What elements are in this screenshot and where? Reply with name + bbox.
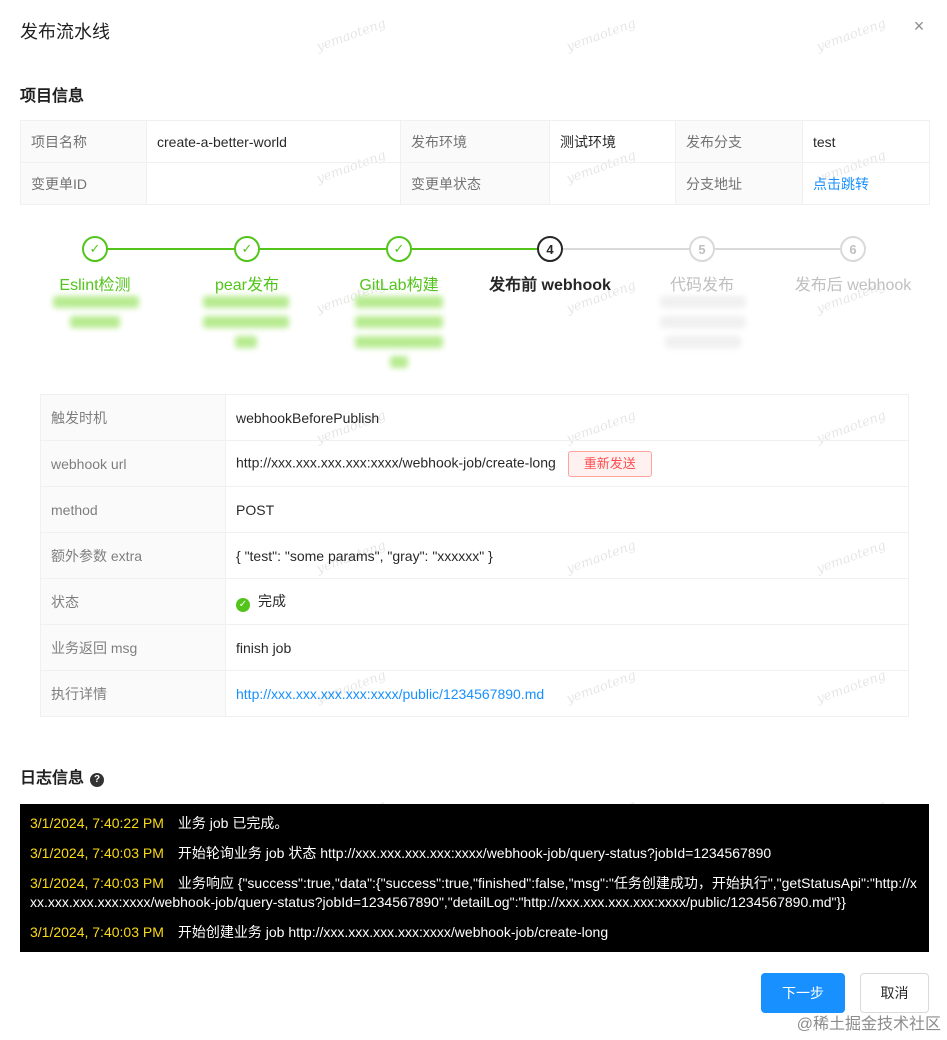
log-time: 3/1/2024, 7:40:03 PM	[30, 875, 164, 891]
step-description-blurred	[660, 296, 746, 308]
exec-detail-label: 执行详情	[40, 670, 226, 717]
step-label-pre-webhook[interactable]: 发布前 webhook	[489, 271, 611, 295]
step-label-pear[interactable]: pear发布	[215, 271, 279, 295]
step-description-blurred	[235, 336, 257, 348]
trigger-timing-value: webhookBeforePublish	[225, 394, 909, 441]
status-label: 状态	[40, 578, 226, 625]
step-description-blurred	[355, 296, 443, 308]
change-status-value	[549, 162, 676, 205]
method-label: method	[40, 486, 226, 533]
status-value: 完成	[258, 593, 286, 609]
log-message: 开始创建业务 job http://xxx.xxx.xxx.xxx:xxxx/w…	[177, 924, 609, 940]
table-row: 额外参数 extra { "test": "some params", "gra…	[40, 532, 909, 579]
watermark-text: yemaoteng	[814, 16, 888, 55]
project-name-label: 项目名称	[20, 120, 147, 163]
step-description-blurred	[203, 296, 289, 308]
table-row: 业务返回 msg finish job	[40, 624, 909, 671]
cancel-button[interactable]: 取消	[860, 973, 929, 1013]
publish-branch-value: test	[802, 120, 930, 163]
log-console[interactable]: 3/1/2024, 7:40:22 PM 业务 job 已完成。 3/1/2024…	[20, 804, 929, 952]
step-label-post-webhook: 发布后 webhook	[794, 277, 912, 294]
branch-url-cell: 点击跳转	[802, 162, 930, 205]
project-info-title: 项目信息	[20, 88, 85, 105]
change-status-label: 变更单状态	[400, 162, 550, 205]
extra-params-label: 额外参数 extra	[40, 532, 226, 579]
next-step-button[interactable]: 下一步	[761, 973, 845, 1013]
webhook-detail-table: 触发时机 webhookBeforePublish webhook url ht…	[40, 394, 909, 717]
step-description-blurred	[665, 336, 741, 348]
table-row: 触发时机 webhookBeforePublish	[40, 394, 909, 441]
webhook-url-cell: http://xxx.xxx.xxx.xxx:xxxx/webhook-job/…	[225, 440, 909, 487]
extra-params-value: { "test": "some params", "gray": "xxxxxx…	[225, 532, 909, 579]
log-entry: 3/1/2024, 7:40:03 PM 业务响应 {"success":true…	[30, 874, 919, 912]
step-4-number: 4	[537, 236, 563, 262]
table-row: 执行详情 http://xxx.xxx.xxx.xxx:xxxx/public/…	[40, 670, 909, 717]
step-5-number: 5	[689, 236, 715, 262]
watermark-text: yemaoteng	[564, 16, 638, 55]
log-entry: 3/1/2024, 7:40:22 PM 业务 job 已完成。	[30, 814, 919, 833]
step-connector	[412, 248, 537, 250]
step-label-eslint[interactable]: Eslint检测	[59, 271, 130, 295]
exec-detail-cell: http://xxx.xxx.xxx.xxx:xxxx/public/12345…	[225, 670, 909, 717]
step-description-blurred	[660, 316, 746, 328]
trigger-timing-label: 触发时机	[40, 394, 226, 441]
close-icon[interactable]: ×	[909, 16, 929, 36]
publish-pipeline-modal: yemaoteng yemaoteng yemaoteng yemaoteng yema…	[0, 0, 947, 1040]
check-circle-icon: ✓	[236, 598, 250, 612]
publish-env-value: 测试环境	[549, 120, 676, 163]
change-id-value	[146, 162, 401, 205]
step-1-check-icon: ✓	[82, 236, 108, 262]
step-2-check-icon: ✓	[234, 236, 260, 262]
step-description-blurred	[203, 316, 289, 328]
publish-env-label: 发布环境	[400, 120, 550, 163]
branch-url-link[interactable]: 点击跳转	[813, 176, 869, 192]
watermark-text: yemaoteng	[314, 16, 388, 55]
log-message: 开始轮询业务 job 状态 http://xxx.xxx.xxx.xxx:xxx…	[177, 845, 772, 861]
log-entry: 3/1/2024, 7:40:03 PM 开始轮询业务 job 状态 http:/…	[30, 844, 919, 863]
log-time: 3/1/2024, 7:40:03 PM	[30, 845, 164, 861]
exec-detail-link[interactable]: http://xxx.xxx.xxx.xxx:xxxx/public/12345…	[236, 686, 544, 702]
modal-title: 发布流水线	[20, 22, 110, 42]
step-3-check-icon: ✓	[386, 236, 412, 262]
step-6-number: 6	[840, 236, 866, 262]
business-msg-value: finish job	[225, 624, 909, 671]
step-label-gitlab[interactable]: GitLab构建	[359, 271, 438, 295]
publish-branch-label: 发布分支	[675, 120, 803, 163]
step-label-code-publish: 代码发布	[669, 277, 735, 294]
change-id-label: 变更单ID	[20, 162, 147, 205]
status-cell: ✓ 完成	[225, 578, 909, 625]
log-time: 3/1/2024, 7:40:03 PM	[30, 924, 164, 940]
log-info-title-text: 日志信息	[20, 770, 85, 787]
table-row: 状态 ✓ 完成	[40, 578, 909, 625]
question-circle-icon[interactable]: ?	[90, 773, 105, 787]
pipeline-steps: ✓ ✓ ✓ 4 5 6 Eslint检测 pear发布 GitLab构建 发布前…	[20, 236, 929, 376]
log-entry: 3/1/2024, 7:40:03 PM 开始创建业务 job http://xx…	[30, 923, 919, 942]
step-connector	[95, 248, 234, 250]
log-message: 业务 job 已完成。	[177, 815, 289, 831]
step-connector	[715, 248, 840, 250]
step-description-blurred	[53, 296, 139, 308]
resend-button[interactable]: 重新发送	[567, 450, 652, 477]
step-description-blurred	[355, 336, 443, 348]
project-info-table: 项目名称 create-a-better-world 发布环境 测试环境 发布分…	[20, 120, 930, 205]
webhook-url-label: webhook url	[40, 440, 226, 487]
table-row: 变更单ID 变更单状态 分支地址 点击跳转	[20, 162, 930, 205]
business-msg-label: 业务返回 msg	[40, 624, 226, 671]
log-time: 3/1/2024, 7:40:22 PM	[30, 815, 164, 831]
step-description-blurred	[70, 316, 120, 328]
table-row: 项目名称 create-a-better-world 发布环境 测试环境 发布分…	[20, 120, 930, 163]
log-info-title: 日志信息?	[20, 764, 105, 788]
step-description-blurred	[355, 316, 443, 328]
table-row: method POST	[40, 486, 909, 533]
method-value: POST	[225, 486, 909, 533]
juejin-watermark: @稀土掘金技术社区	[796, 1016, 941, 1033]
project-name-value: create-a-better-world	[146, 120, 401, 163]
webhook-url-value: http://xxx.xxx.xxx.xxx:xxxx/webhook-job/…	[236, 454, 556, 471]
step-description-blurred	[390, 356, 408, 368]
branch-url-label: 分支地址	[675, 162, 803, 205]
table-row: webhook url http://xxx.xxx.xxx.xxx:xxxx/…	[40, 440, 909, 487]
step-connector	[260, 248, 386, 250]
step-connector	[563, 248, 689, 250]
